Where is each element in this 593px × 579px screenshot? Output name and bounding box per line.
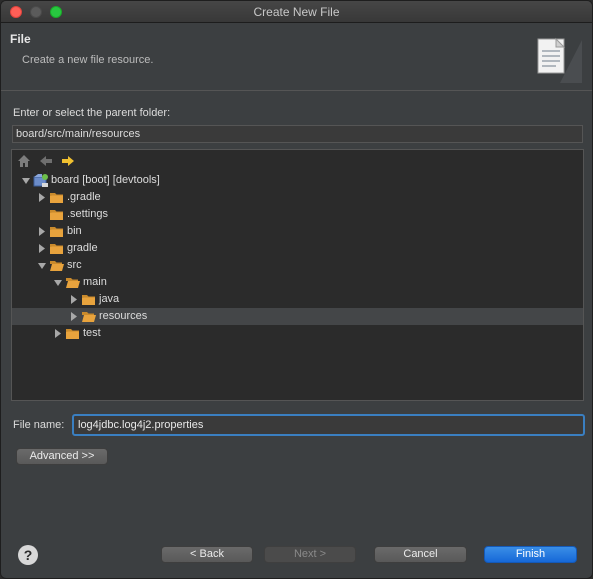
folder-icon	[82, 295, 95, 305]
collapsed-arrow-icon[interactable]	[52, 325, 64, 342]
back-arrow-icon[interactable]	[38, 153, 54, 169]
tree-item[interactable]: main	[12, 274, 583, 291]
tree-item[interactable]: java	[12, 291, 583, 308]
help-icon[interactable]: ?	[18, 545, 38, 565]
tree-item-label: .gradle	[67, 191, 101, 203]
folder-tree-panel[interactable]: board [boot] [devtools] .gradle .settings b…	[11, 149, 584, 401]
project-icon	[33, 174, 48, 187]
folder-icon	[50, 227, 63, 237]
tree-item[interactable]: bin	[12, 223, 583, 240]
expanded-arrow-icon[interactable]	[36, 257, 48, 274]
tree-item[interactable]: test	[12, 325, 583, 342]
tree-item[interactable]: resources	[12, 308, 583, 325]
collapsed-arrow-icon[interactable]	[36, 223, 48, 240]
file-name-label: File name:	[13, 419, 65, 431]
tree-item-label: bin	[67, 225, 82, 237]
collapsed-arrow-icon[interactable]	[68, 291, 80, 308]
next-button[interactable]: Next >	[264, 546, 356, 563]
home-icon[interactable]	[16, 153, 32, 169]
finish-button[interactable]: Finish	[484, 546, 577, 563]
folder-open-icon	[82, 312, 96, 322]
tree-item[interactable]: .gradle	[12, 189, 583, 206]
folder-icon	[50, 210, 63, 220]
tree-item-label: java	[99, 293, 120, 305]
folder-open-icon	[50, 261, 64, 271]
tree-item-label: test	[83, 327, 101, 339]
collapsed-arrow-icon[interactable]	[36, 240, 48, 257]
tree-item-label: .settings	[67, 208, 108, 220]
page-description: Create a new file resource.	[22, 54, 154, 66]
parent-folder-label: Enter or select the parent folder:	[13, 107, 171, 119]
tree-item[interactable]: src	[12, 257, 583, 274]
folder-icon	[66, 329, 79, 339]
wizard-header: File Create a new file resource.	[1, 23, 592, 91]
tree-item-label: src	[67, 259, 82, 271]
back-button[interactable]: < Back	[161, 546, 253, 563]
parent-folder-input[interactable]: board/src/main/resources	[12, 125, 583, 143]
page-title: File	[10, 32, 31, 46]
tree-item-label: board [boot] [devtools]	[51, 174, 160, 186]
create-new-file-dialog: Create New File File Create a new file r…	[0, 0, 593, 579]
expanded-arrow-icon[interactable]	[20, 172, 32, 189]
new-file-banner-icon	[532, 37, 582, 83]
tree-item-label: main	[83, 276, 107, 288]
file-name-input[interactable]	[72, 414, 585, 436]
collapsed-arrow-icon[interactable]	[36, 189, 48, 206]
tree-item[interactable]: .settings	[12, 206, 583, 223]
window-title: Create New File	[253, 5, 340, 19]
folder-icon	[50, 244, 63, 254]
expanded-arrow-icon[interactable]	[52, 274, 64, 291]
tree-item-label: resources	[99, 310, 148, 322]
advanced-button[interactable]: Advanced >>	[16, 448, 108, 465]
collapsed-arrow-icon[interactable]	[68, 308, 80, 325]
tree-item[interactable]: gradle	[12, 240, 583, 257]
folder-icon	[50, 193, 63, 203]
cancel-button[interactable]: Cancel	[374, 546, 467, 563]
tree-item[interactable]: board [boot] [devtools]	[12, 172, 583, 189]
title-bar[interactable]: Create New File	[1, 1, 592, 23]
folder-open-icon	[66, 278, 80, 288]
forward-arrow-icon[interactable]	[60, 153, 76, 169]
tree-item-label: gradle	[67, 242, 98, 254]
